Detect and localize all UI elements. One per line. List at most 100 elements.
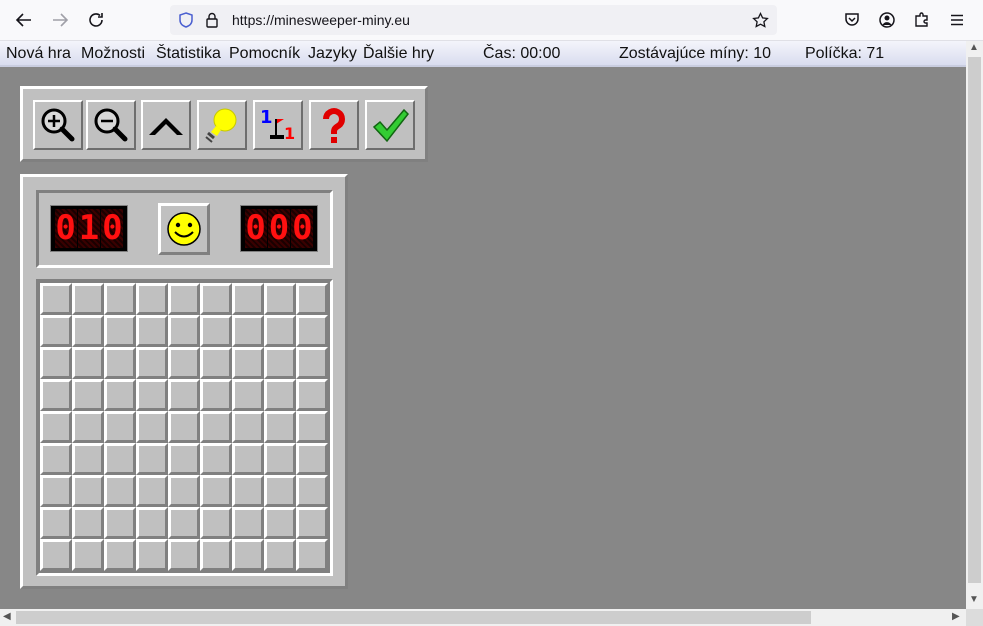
mine-cell[interactable]: [296, 315, 328, 347]
mine-cell[interactable]: [72, 379, 104, 411]
mine-cell[interactable]: [104, 539, 136, 571]
mine-cell[interactable]: [168, 283, 200, 315]
mine-cell[interactable]: [104, 283, 136, 315]
mine-cell[interactable]: [40, 443, 72, 475]
mine-cell[interactable]: [168, 507, 200, 539]
mine-cell[interactable]: [40, 475, 72, 507]
mine-cell[interactable]: [264, 443, 296, 475]
mine-cell[interactable]: [40, 379, 72, 411]
zoom-in-button[interactable]: [33, 100, 83, 150]
mine-cell[interactable]: [264, 539, 296, 571]
mine-cell[interactable]: [296, 411, 328, 443]
mine-cell[interactable]: [200, 443, 232, 475]
menu-new-game[interactable]: Nová hra: [6, 45, 71, 63]
shield-icon[interactable]: [178, 12, 194, 28]
mine-cell[interactable]: [136, 379, 168, 411]
menu-helper[interactable]: Pomocník: [229, 45, 300, 63]
scroll-down-icon[interactable]: ▼: [969, 594, 979, 605]
menu-more-games[interactable]: Ďalšie hry: [363, 45, 434, 63]
mine-cell[interactable]: [264, 315, 296, 347]
horizontal-scroll-thumb[interactable]: [16, 611, 811, 624]
reload-button[interactable]: [82, 6, 110, 34]
mine-cell[interactable]: [232, 411, 264, 443]
mine-cell[interactable]: [264, 347, 296, 379]
mine-cell[interactable]: [72, 347, 104, 379]
mine-cell[interactable]: [136, 347, 168, 379]
mine-cell[interactable]: [296, 443, 328, 475]
collapse-button[interactable]: [141, 100, 191, 150]
scroll-up-icon[interactable]: ▲: [969, 42, 979, 53]
mine-cell[interactable]: [296, 283, 328, 315]
mine-cell[interactable]: [200, 475, 232, 507]
back-button[interactable]: [10, 6, 38, 34]
mine-cell[interactable]: [200, 379, 232, 411]
mine-cell[interactable]: [232, 315, 264, 347]
mine-cell[interactable]: [40, 411, 72, 443]
mine-cell[interactable]: [264, 411, 296, 443]
mine-cell[interactable]: [136, 411, 168, 443]
mine-cell[interactable]: [136, 315, 168, 347]
mine-cell[interactable]: [72, 443, 104, 475]
numbers-button[interactable]: 11: [253, 100, 303, 150]
forward-button[interactable]: [46, 6, 74, 34]
mine-cell[interactable]: [72, 411, 104, 443]
mine-cell[interactable]: [72, 283, 104, 315]
mine-cell[interactable]: [232, 539, 264, 571]
help-button[interactable]: [309, 100, 359, 150]
mine-cell[interactable]: [104, 379, 136, 411]
extensions-button[interactable]: [908, 6, 936, 34]
address-bar[interactable]: https://minesweeper-miny.eu: [170, 5, 777, 35]
mine-cell[interactable]: [168, 411, 200, 443]
confirm-button[interactable]: [365, 100, 415, 150]
mine-cell[interactable]: [264, 379, 296, 411]
mine-cell[interactable]: [40, 507, 72, 539]
mine-cell[interactable]: [136, 507, 168, 539]
mine-cell[interactable]: [136, 283, 168, 315]
mine-cell[interactable]: [232, 379, 264, 411]
vertical-scrollbar[interactable]: ▲ ▼: [966, 41, 983, 609]
menu-languages[interactable]: Jazyky: [308, 45, 357, 63]
url-text[interactable]: https://minesweeper-miny.eu: [232, 12, 410, 28]
mine-cell[interactable]: [104, 507, 136, 539]
menu-button[interactable]: [943, 6, 971, 34]
mine-cell[interactable]: [168, 443, 200, 475]
mine-cell[interactable]: [200, 315, 232, 347]
mine-cell[interactable]: [232, 283, 264, 315]
mine-cell[interactable]: [136, 443, 168, 475]
mine-cell[interactable]: [40, 347, 72, 379]
mine-cell[interactable]: [232, 443, 264, 475]
mine-cell[interactable]: [264, 283, 296, 315]
account-button[interactable]: [873, 6, 901, 34]
mine-cell[interactable]: [200, 283, 232, 315]
mine-cell[interactable]: [136, 475, 168, 507]
mine-cell[interactable]: [200, 539, 232, 571]
mine-cell[interactable]: [232, 507, 264, 539]
mine-cell[interactable]: [232, 347, 264, 379]
mine-cell[interactable]: [40, 315, 72, 347]
mine-cell[interactable]: [40, 539, 72, 571]
lock-icon[interactable]: [205, 12, 219, 28]
scroll-right-icon[interactable]: ▶: [952, 611, 960, 622]
mine-cell[interactable]: [72, 507, 104, 539]
mine-cell[interactable]: [168, 475, 200, 507]
mine-cell[interactable]: [72, 475, 104, 507]
hint-button[interactable]: [197, 100, 247, 150]
mine-cell[interactable]: [72, 315, 104, 347]
mine-cell[interactable]: [168, 315, 200, 347]
mine-cell[interactable]: [104, 411, 136, 443]
mine-cell[interactable]: [264, 475, 296, 507]
menu-options[interactable]: Možnosti: [81, 45, 145, 63]
mine-cell[interactable]: [40, 283, 72, 315]
scroll-left-icon[interactable]: ◀: [3, 611, 11, 622]
vertical-scroll-thumb[interactable]: [968, 57, 981, 583]
mine-cell[interactable]: [104, 475, 136, 507]
bookmark-star-icon[interactable]: [752, 12, 769, 29]
new-game-smiley-button[interactable]: [158, 203, 210, 255]
mine-cell[interactable]: [296, 347, 328, 379]
mine-cell[interactable]: [168, 347, 200, 379]
mine-cell[interactable]: [104, 315, 136, 347]
mine-cell[interactable]: [200, 347, 232, 379]
mine-cell[interactable]: [104, 347, 136, 379]
mine-cell[interactable]: [136, 539, 168, 571]
mine-cell[interactable]: [264, 507, 296, 539]
